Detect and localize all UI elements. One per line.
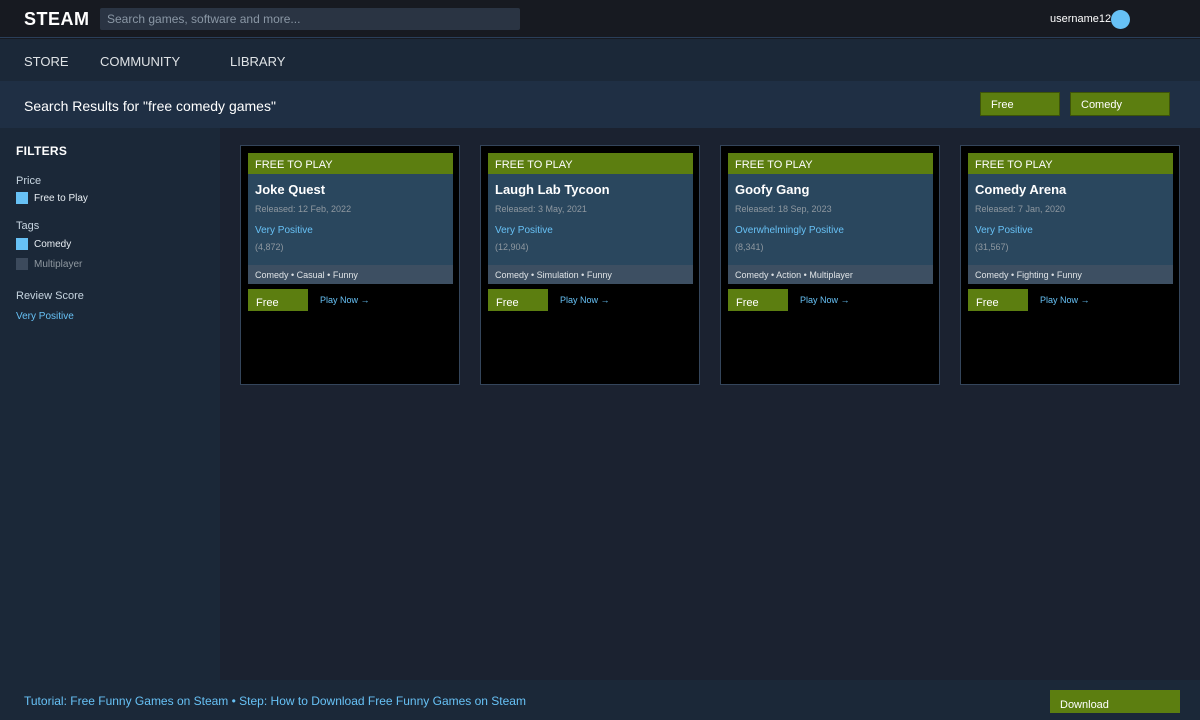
filter-chip-free[interactable]: Free bbox=[980, 92, 1060, 116]
filters-title: FILTERS bbox=[16, 144, 68, 158]
price-button[interactable]: Free bbox=[488, 289, 548, 311]
release-date: Released: 7 Jan, 2020 bbox=[975, 204, 1066, 214]
game-card-body: FREE TO PLAY Goofy Gang Released: 18 Sep… bbox=[728, 153, 933, 284]
play-now-link[interactable]: Play Now → bbox=[560, 295, 610, 305]
search-input[interactable] bbox=[100, 8, 520, 30]
review-count: (4,872) bbox=[255, 242, 284, 252]
release-date: Released: 18 Sep, 2023 bbox=[735, 204, 832, 214]
game-card[interactable]: FREE TO PLAY Laugh Lab Tycoon Released: … bbox=[480, 145, 700, 385]
nav-store[interactable]: STORE bbox=[24, 54, 69, 69]
game-card[interactable]: FREE TO PLAY Comedy Arena Released: 7 Ja… bbox=[960, 145, 1180, 385]
filter-tag-multiplayer[interactable]: Multiplayer bbox=[16, 257, 82, 271]
review-summary[interactable]: Very Positive bbox=[255, 225, 313, 236]
nav-library[interactable]: LIBRARY bbox=[230, 54, 285, 69]
results-grid: FREE TO PLAY Joke Quest Released: 12 Feb… bbox=[220, 128, 1200, 680]
steam-logo[interactable]: STEAM bbox=[24, 9, 90, 30]
game-card[interactable]: FREE TO PLAY Joke Quest Released: 12 Feb… bbox=[240, 145, 460, 385]
free-to-play-badge: FREE TO PLAY bbox=[968, 153, 1173, 174]
tutorial-breadcrumb[interactable]: Tutorial: Free Funny Games on Steam • St… bbox=[24, 694, 526, 708]
review-score-label: Review Score bbox=[16, 290, 84, 302]
results-header: Search Results for "free comedy games" F… bbox=[0, 81, 1200, 128]
game-title[interactable]: Laugh Lab Tycoon bbox=[495, 182, 610, 197]
review-count: (8,341) bbox=[735, 242, 764, 252]
username[interactable]: username12 bbox=[1050, 13, 1111, 25]
free-to-play-badge: FREE TO PLAY bbox=[248, 153, 453, 174]
checkbox-checked-icon[interactable] bbox=[16, 192, 28, 204]
game-card-body: FREE TO PLAY Joke Quest Released: 12 Feb… bbox=[248, 153, 453, 284]
avatar[interactable] bbox=[1111, 10, 1130, 29]
download-button[interactable]: Download bbox=[1050, 690, 1180, 713]
play-now-link[interactable]: Play Now → bbox=[320, 295, 370, 305]
release-date: Released: 12 Feb, 2022 bbox=[255, 204, 352, 214]
results-title: Search Results for "free comedy games" bbox=[24, 98, 276, 114]
release-date: Released: 3 May, 2021 bbox=[495, 204, 587, 214]
filter-tag-comedy[interactable]: Comedy bbox=[16, 237, 71, 251]
game-tags: Comedy • Casual • Funny bbox=[248, 265, 453, 284]
top-bar: STEAM username12 bbox=[0, 0, 1200, 38]
filters-sidebar: FILTERS Price Free to Play Tags Comedy M… bbox=[0, 128, 220, 680]
game-title[interactable]: Joke Quest bbox=[255, 182, 325, 197]
game-card-body: FREE TO PLAY Comedy Arena Released: 7 Ja… bbox=[968, 153, 1173, 284]
game-tags: Comedy • Simulation • Funny bbox=[488, 265, 693, 284]
review-count: (31,567) bbox=[975, 242, 1009, 252]
game-tags: Comedy • Action • Multiplayer bbox=[728, 265, 933, 284]
price-button[interactable]: Free bbox=[248, 289, 308, 311]
filter-free-to-play[interactable]: Free to Play bbox=[16, 191, 88, 205]
filter-chip-comedy[interactable]: Comedy bbox=[1070, 92, 1170, 116]
review-summary[interactable]: Very Positive bbox=[495, 225, 553, 236]
game-tags: Comedy • Fighting • Funny bbox=[968, 265, 1173, 284]
game-card[interactable]: FREE TO PLAY Goofy Gang Released: 18 Sep… bbox=[720, 145, 940, 385]
checkbox-checked-icon[interactable] bbox=[16, 238, 28, 250]
filter-option-label: Free to Play bbox=[34, 192, 88, 204]
play-now-link[interactable]: Play Now → bbox=[1040, 295, 1090, 305]
filter-option-label: Multiplayer bbox=[34, 258, 83, 270]
play-now-link[interactable]: Play Now → bbox=[800, 295, 850, 305]
review-score-filter[interactable]: Very Positive bbox=[16, 311, 74, 322]
free-to-play-badge: FREE TO PLAY bbox=[488, 153, 693, 174]
review-summary[interactable]: Overwhelmingly Positive bbox=[735, 225, 844, 236]
review-count: (12,904) bbox=[495, 242, 529, 252]
tutorial-footer: Tutorial: Free Funny Games on Steam • St… bbox=[0, 680, 1200, 720]
filter-option-label: Comedy bbox=[34, 238, 72, 250]
free-to-play-badge: FREE TO PLAY bbox=[728, 153, 933, 174]
game-title[interactable]: Goofy Gang bbox=[735, 182, 809, 197]
price-label: Price bbox=[16, 175, 42, 187]
price-button[interactable]: Free bbox=[728, 289, 788, 311]
price-button[interactable]: Free bbox=[968, 289, 1028, 311]
checkbox-unchecked-icon[interactable] bbox=[16, 258, 28, 270]
game-title[interactable]: Comedy Arena bbox=[975, 182, 1066, 197]
tags-label: Tags bbox=[16, 220, 40, 232]
nav-community[interactable]: COMMUNITY bbox=[100, 54, 180, 69]
main-nav: STORE COMMUNITY LIBRARY bbox=[0, 39, 1200, 81]
review-summary[interactable]: Very Positive bbox=[975, 225, 1033, 236]
game-card-body: FREE TO PLAY Laugh Lab Tycoon Released: … bbox=[488, 153, 693, 284]
